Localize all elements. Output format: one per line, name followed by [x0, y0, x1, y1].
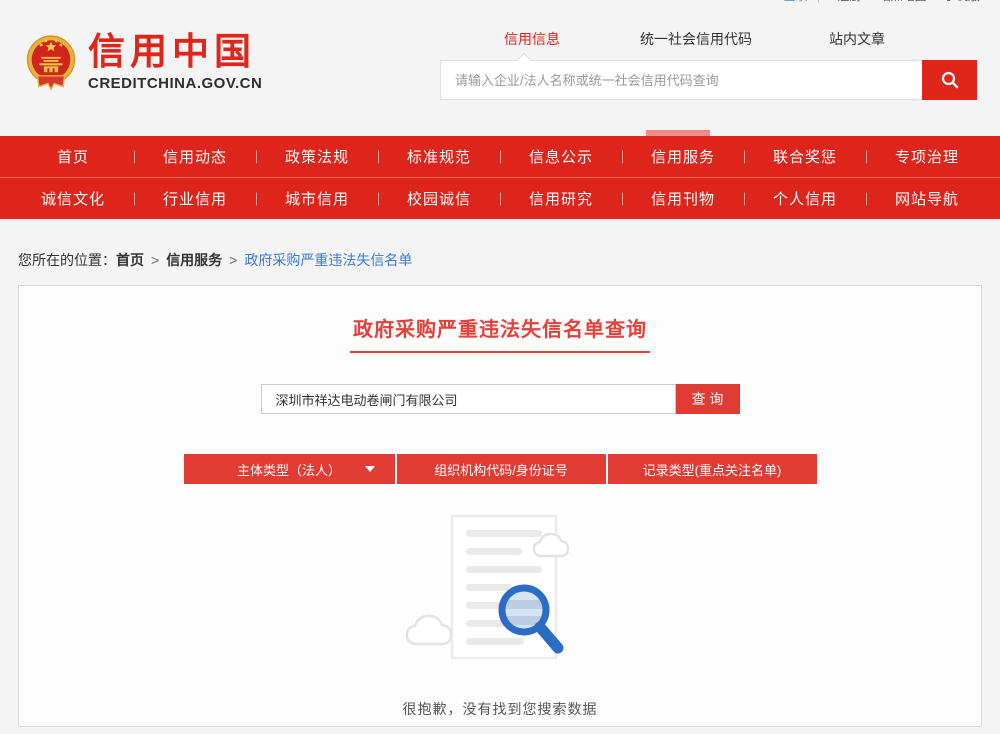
empty-illustration [19, 510, 981, 677]
chevron-down-icon [365, 466, 375, 472]
page-title: 政府采购严重违法失信名单查询 [350, 313, 650, 353]
header-search-module: 信用信息 统一社会信用代码 站内文章 [440, 30, 977, 100]
no-results-illustration-icon [402, 510, 598, 672]
nav-item-industry-credit[interactable]: 行业信用 [134, 188, 256, 209]
query-panel: 政府采购严重违法失信名单查询 查 询 主体类型（法人） 组织机构代码/身份证号 … [18, 285, 982, 727]
mobile-link[interactable]: 手机版 [944, 0, 980, 3]
breadcrumb-separator: > [229, 252, 237, 268]
nav-row-1: 首页 信用动态 政策法规 标准规范 信息公示 信用服务 联合奖惩 专项治理 [0, 136, 1000, 177]
tab-credit-info[interactable]: 信用信息 [504, 29, 560, 49]
query-row: 查 询 [19, 384, 981, 414]
active-nav-indicator [646, 130, 710, 136]
result-header-row: 主体类型（法人） 组织机构代码/身份证号 记录类型(重点关注名单) [19, 454, 981, 484]
nav-item-info-disclosure[interactable]: 信息公示 [500, 146, 622, 167]
nav-item-credit-research[interactable]: 信用研究 [500, 188, 622, 209]
tab-unified-social-credit-code[interactable]: 统一社会信用代码 [640, 29, 752, 49]
breadcrumb-credit-services[interactable]: 信用服务 [166, 252, 222, 268]
nav-item-joint-rewards-punishment[interactable]: 联合奖惩 [744, 146, 866, 167]
nav-item-credit-news[interactable]: 信用动态 [134, 146, 256, 167]
breadcrumb-separator: > [151, 252, 159, 268]
search-icon [940, 70, 960, 90]
login-link[interactable]: 登录 [783, 0, 807, 3]
nav-item-city-credit[interactable]: 城市信用 [256, 188, 378, 209]
nav-item-credit-services[interactable]: 信用服务 [622, 146, 744, 167]
national-emblem-icon [24, 32, 78, 98]
register-link[interactable]: 注册 [837, 0, 861, 3]
header-search-button[interactable] [922, 60, 977, 100]
header-search-box [440, 60, 977, 100]
breadcrumb-home[interactable]: 首页 [116, 252, 144, 268]
nav-item-personal-credit[interactable]: 个人信用 [744, 188, 866, 209]
breadcrumb-prefix: 您所在的位置： [18, 252, 116, 268]
nav-item-site-navigation[interactable]: 网站导航 [866, 188, 988, 209]
query-button[interactable]: 查 询 [676, 384, 740, 414]
filter-org-code[interactable]: 组织机构代码/身份证号 [395, 454, 606, 484]
breadcrumb-current: 政府采购严重违法失信名单 [244, 252, 412, 268]
header-search-input[interactable] [441, 61, 922, 99]
topbar-clipped: 登录 | 注册 站点地图 手机版 [720, 0, 980, 6]
page: 登录 | 注册 站点地图 手机版 [0, 0, 1000, 734]
nav-item-standards[interactable]: 标准规范 [378, 146, 500, 167]
nav-item-integrity-culture[interactable]: 诚信文化 [12, 188, 134, 209]
main-nav: 首页 信用动态 政策法规 标准规范 信息公示 信用服务 联合奖惩 专项治理 诚信… [0, 136, 1000, 219]
company-query-input[interactable] [261, 384, 676, 414]
sitemap-link[interactable]: 站点地图 [879, 0, 927, 3]
empty-message: 很抱歉，没有找到您搜索数据 [19, 699, 981, 719]
header: 信用中国 CREDITCHINA.GOV.CN 信用信息 统一社会信用代码 站内… [0, 0, 1000, 136]
nav-item-campus-integrity[interactable]: 校园诚信 [378, 188, 500, 209]
site-logo[interactable]: 信用中国 CREDITCHINA.GOV.CN [24, 32, 262, 98]
filter-entity-type[interactable]: 主体类型（法人） [184, 454, 395, 484]
filter-record-type[interactable]: 记录类型(重点关注名单) [606, 454, 817, 484]
nav-item-home[interactable]: 首页 [12, 146, 134, 167]
nav-row-2: 诚信文化 行业信用 城市信用 校园诚信 信用研究 信用刊物 个人信用 网站导航 [0, 178, 1000, 219]
nav-item-credit-publications[interactable]: 信用刊物 [622, 188, 744, 209]
nav-item-special-governance[interactable]: 专项治理 [866, 146, 988, 167]
breadcrumb: 您所在的位置：首页 > 信用服务 > 政府采购严重违法失信名单 [18, 250, 1000, 270]
site-name: 信用中国 [88, 32, 262, 72]
site-domain: CREDITCHINA.GOV.CN [88, 75, 262, 92]
topbar-separator: | [817, 0, 820, 3]
nav-item-policies[interactable]: 政策法规 [256, 146, 378, 167]
search-tabs: 信用信息 统一社会信用代码 站内文章 [440, 30, 977, 48]
tab-site-articles[interactable]: 站内文章 [829, 29, 885, 49]
